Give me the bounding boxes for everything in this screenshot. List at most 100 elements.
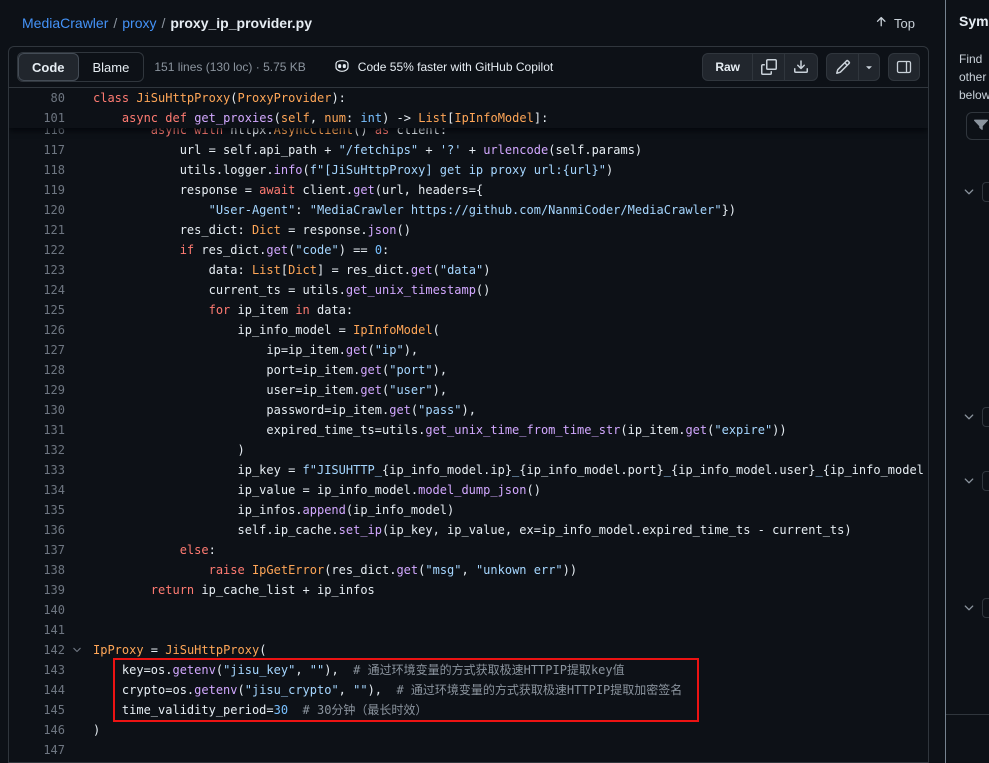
code-text: ip=ip_item.get("ip"),: [89, 340, 418, 360]
line-number[interactable]: 141: [9, 620, 65, 640]
back-to-top-button[interactable]: Top: [874, 15, 915, 32]
symbol-section-toggle[interactable]: [962, 598, 989, 618]
symbols-panel-button[interactable]: [888, 53, 920, 81]
line-number[interactable]: 118: [9, 160, 65, 180]
line-number[interactable]: 130: [9, 400, 65, 420]
code-text: ip_info_model = IpInfoModel(: [89, 320, 440, 340]
symbols-panel-title: Sym: [959, 13, 989, 29]
line-number[interactable]: 134: [9, 480, 65, 500]
line-number[interactable]: 142: [9, 640, 65, 660]
fold-chevron-icon[interactable]: [65, 640, 89, 660]
code-text: url = self.api_path + "/fetchips" + '?' …: [89, 140, 642, 160]
code-text: expired_time_ts=utils.get_unix_time_from…: [89, 420, 787, 440]
copilot-icon: [334, 58, 350, 77]
breadcrumb-dir-link[interactable]: proxy: [122, 15, 156, 31]
code-line: 139 return ip_cache_list + ip_infos: [9, 580, 928, 600]
line-number[interactable]: 125: [9, 300, 65, 320]
download-button[interactable]: [785, 54, 817, 80]
fold-spacer: [65, 600, 89, 620]
code-lines: 116 async with httpx.AsyncClient() as cl…: [9, 88, 928, 760]
line-number[interactable]: 122: [9, 240, 65, 260]
code-line: 146): [9, 720, 928, 740]
fold-spacer: [65, 660, 89, 680]
code-line: 147: [9, 740, 928, 760]
edit-pencil-icon: [835, 59, 851, 75]
raw-button-group: Raw: [702, 53, 818, 81]
fold-spacer: [65, 440, 89, 460]
symbol-pill: [982, 407, 989, 427]
line-number[interactable]: 140: [9, 600, 65, 620]
copy-button[interactable]: [753, 54, 785, 80]
line-number[interactable]: 126: [9, 320, 65, 340]
symbols-panel: Sym Find other below: [945, 0, 989, 763]
line-number[interactable]: 138: [9, 560, 65, 580]
fold-spacer: [65, 320, 89, 340]
symbols-panel-description: other: [959, 70, 986, 84]
code-text: port=ip_item.get("port"),: [89, 360, 447, 380]
fold-spacer: [65, 240, 89, 260]
symbol-section-toggle[interactable]: [962, 407, 989, 427]
edit-dropdown-button[interactable]: [859, 54, 879, 80]
symbol-section-toggle[interactable]: [962, 471, 989, 491]
line-number[interactable]: 133: [9, 460, 65, 480]
tab-code[interactable]: Code: [18, 53, 79, 81]
file-header: MediaCrawler / proxy / proxy_ip_provider…: [0, 0, 945, 46]
fold-spacer: [65, 620, 89, 640]
code-line: 140: [9, 600, 928, 620]
line-number[interactable]: 80: [9, 88, 65, 108]
chevron-down-icon: [962, 185, 976, 199]
code-line: 136 self.ip_cache.set_ip(ip_key, ip_valu…: [9, 520, 928, 540]
line-number[interactable]: 144: [9, 680, 65, 700]
code-text: async def get_proxies(self, num: int) ->…: [89, 108, 548, 128]
line-number[interactable]: 127: [9, 340, 65, 360]
fold-spacer: [65, 700, 89, 720]
line-number[interactable]: 143: [9, 660, 65, 680]
breadcrumb-separator: /: [161, 15, 165, 31]
line-number[interactable]: 121: [9, 220, 65, 240]
line-number[interactable]: 135: [9, 500, 65, 520]
fold-spacer: [65, 140, 89, 160]
code-text: for ip_item in data:: [89, 300, 353, 320]
line-number[interactable]: 136: [9, 520, 65, 540]
tab-blame[interactable]: Blame: [79, 53, 144, 81]
code-line: 143 key=os.getenv("jisu_key", ""), # 通过环…: [9, 660, 928, 680]
code-line: 119 response = await client.get(url, hea…: [9, 180, 928, 200]
code-area: 116 async with httpx.AsyncClient() as cl…: [9, 88, 928, 762]
line-number[interactable]: 117: [9, 140, 65, 160]
line-number[interactable]: 101: [9, 108, 65, 128]
code-line: 126 ip_info_model = IpInfoModel(: [9, 320, 928, 340]
breadcrumb-separator: /: [113, 15, 117, 31]
symbol-section-toggle[interactable]: [962, 182, 989, 202]
code-text: self.ip_cache.set_ip(ip_key, ip_value, e…: [89, 520, 852, 540]
line-number[interactable]: 128: [9, 360, 65, 380]
line-number[interactable]: 129: [9, 380, 65, 400]
line-number[interactable]: 146: [9, 720, 65, 740]
code-line: 135 ip_infos.append(ip_info_model): [9, 500, 928, 520]
code-text: response = await client.get(url, headers…: [89, 180, 483, 200]
line-number[interactable]: 131: [9, 420, 65, 440]
line-number[interactable]: 147: [9, 740, 65, 760]
copilot-banner: Code 55% faster with GitHub Copilot: [334, 58, 553, 77]
line-number[interactable]: 132: [9, 440, 65, 460]
symbols-panel-icon: [896, 59, 912, 75]
code-text: ip_infos.append(ip_info_model): [89, 500, 454, 520]
code-text: password=ip_item.get("pass"),: [89, 400, 476, 420]
breadcrumb-repo-link[interactable]: MediaCrawler: [22, 15, 108, 31]
line-number[interactable]: 145: [9, 700, 65, 720]
breadcrumb: MediaCrawler / proxy / proxy_ip_provider…: [22, 15, 312, 31]
code-line: 129 user=ip_item.get("user"),: [9, 380, 928, 400]
code-text: time_validity_period=30 # 30分钟（最长时效）: [89, 700, 427, 720]
file-view: MediaCrawler / proxy / proxy_ip_provider…: [0, 0, 945, 763]
code-text: [89, 740, 93, 760]
code-line: 138 raise IpGetError(res_dict.get("msg",…: [9, 560, 928, 580]
raw-button[interactable]: Raw: [703, 54, 753, 80]
line-number[interactable]: 139: [9, 580, 65, 600]
line-number[interactable]: 120: [9, 200, 65, 220]
line-number[interactable]: 119: [9, 180, 65, 200]
line-number[interactable]: 137: [9, 540, 65, 560]
edit-button[interactable]: [827, 54, 859, 80]
line-number[interactable]: 124: [9, 280, 65, 300]
fold-spacer: [65, 740, 89, 760]
filter-symbols-input[interactable]: [966, 112, 989, 140]
line-number[interactable]: 123: [9, 260, 65, 280]
